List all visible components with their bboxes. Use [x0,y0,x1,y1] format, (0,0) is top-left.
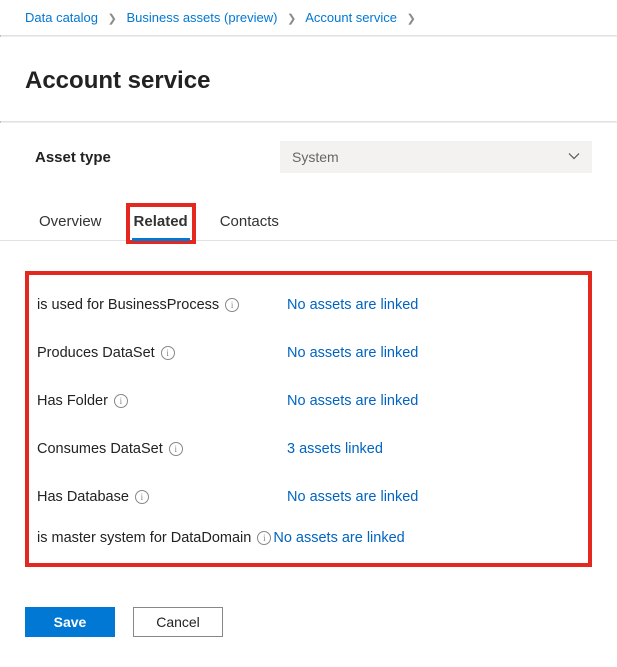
breadcrumb: Data catalog ❯ Business assets (preview)… [0,10,617,35]
related-link[interactable]: No assets are linked [287,489,418,505]
button-row: Save Cancel [0,567,617,637]
related-row: Has Database i No assets are linked [37,473,580,521]
related-label: Consumes DataSet [37,441,163,457]
related-link[interactable]: 3 assets linked [287,441,383,457]
tab-contacts[interactable]: Contacts [216,207,283,240]
related-link[interactable]: No assets are linked [287,345,418,361]
breadcrumb-link-business-assets[interactable]: Business assets (preview) [126,10,277,25]
page-title: Account service [0,53,617,105]
info-icon[interactable]: i [225,298,239,312]
breadcrumb-link-account-service[interactable]: Account service [305,10,397,25]
related-link[interactable]: No assets are linked [287,297,418,313]
related-row: is master system for DataDomain i No ass… [37,521,580,555]
related-link[interactable]: No assets are linked [287,393,418,409]
chevron-right-icon: ❯ [108,12,117,25]
chevron-right-icon: ❯ [407,12,416,25]
info-icon[interactable]: i [169,442,183,456]
related-label: Produces DataSet [37,345,155,361]
tab-overview[interactable]: Overview [35,207,106,240]
related-label: Has Database [37,489,129,505]
info-icon[interactable]: i [114,394,128,408]
info-icon[interactable]: i [135,490,149,504]
asset-type-select[interactable]: System [280,141,592,173]
related-link[interactable]: No assets are linked [273,530,404,546]
related-label: is used for BusinessProcess [37,297,219,313]
related-panel: is used for BusinessProcess i No assets … [25,271,592,567]
related-label: is master system for DataDomain [37,530,251,546]
divider [0,35,617,37]
asset-type-row: Asset type System [0,123,617,181]
chevron-down-icon [568,149,580,165]
tab-related[interactable]: Related [130,207,192,240]
info-icon[interactable]: i [161,346,175,360]
info-icon[interactable]: i [257,531,271,545]
breadcrumb-link-data-catalog[interactable]: Data catalog [25,10,98,25]
tabs: Overview Related Contacts [0,181,617,241]
asset-type-value: System [292,149,339,165]
related-row: Consumes DataSet i 3 assets linked [37,425,580,473]
related-row: Produces DataSet i No assets are linked [37,329,580,377]
related-label: Has Folder [37,393,108,409]
asset-type-label: Asset type [35,149,280,166]
chevron-right-icon: ❯ [287,12,296,25]
related-row: Has Folder i No assets are linked [37,377,580,425]
related-row: is used for BusinessProcess i No assets … [37,281,580,329]
